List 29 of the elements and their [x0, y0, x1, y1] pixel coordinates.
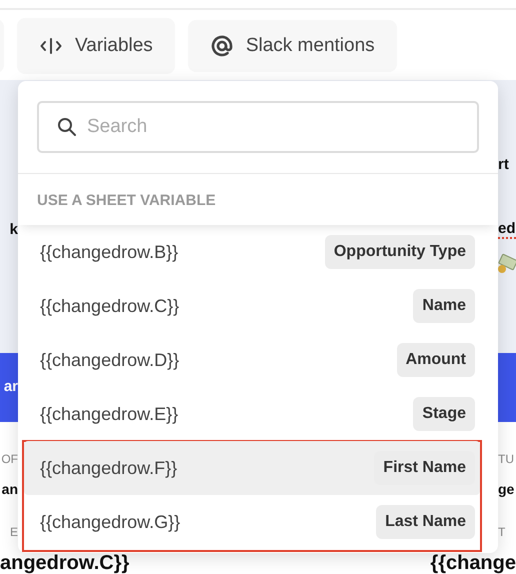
field-label: E: [10, 526, 18, 540]
at-sign-icon: [210, 34, 234, 58]
variable-item[interactable]: {{changedrow.D}} Amount: [24, 333, 480, 387]
heading-text: k: [10, 222, 18, 238]
banner-text: ar: [4, 379, 18, 396]
variable-item[interactable]: {{changedrow.C}} Name: [24, 279, 480, 333]
field-value: ge: [498, 482, 514, 498]
field-label: T: [498, 526, 506, 540]
field-label: TU: [498, 453, 514, 467]
variable-item[interactable]: {{changedrow.E}} Stage: [24, 387, 480, 441]
mentions-button[interactable]: Slack mentions: [188, 20, 397, 72]
heading-text: rt: [498, 156, 509, 174]
column-tag: Amount: [396, 343, 475, 377]
search-icon: [57, 117, 77, 137]
variables-button[interactable]: Variables: [17, 18, 175, 74]
field-value: an: [2, 482, 18, 498]
variable-item[interactable]: {{changedrow.G}} Last Name: [24, 495, 480, 549]
column-tag: Opportunity Type: [324, 235, 475, 269]
variable-text: {{change: [430, 552, 516, 574]
section-title: USE A SHEET VARIABLE: [37, 192, 216, 209]
field-label: OF: [1, 453, 18, 467]
column-tag: Name: [413, 289, 475, 323]
variable-item[interactable]: {{changedrow.F}} First Name: [24, 441, 480, 495]
code-icon: [39, 36, 63, 56]
search-field[interactable]: Search: [37, 101, 479, 153]
column-tag: Last Name: [376, 505, 475, 539]
variable-item[interactable]: {{changedrow.B}} Opportunity Type: [24, 225, 480, 279]
column-tag: Stage: [413, 397, 475, 431]
variable-text: angedrow.C}}: [0, 552, 130, 574]
